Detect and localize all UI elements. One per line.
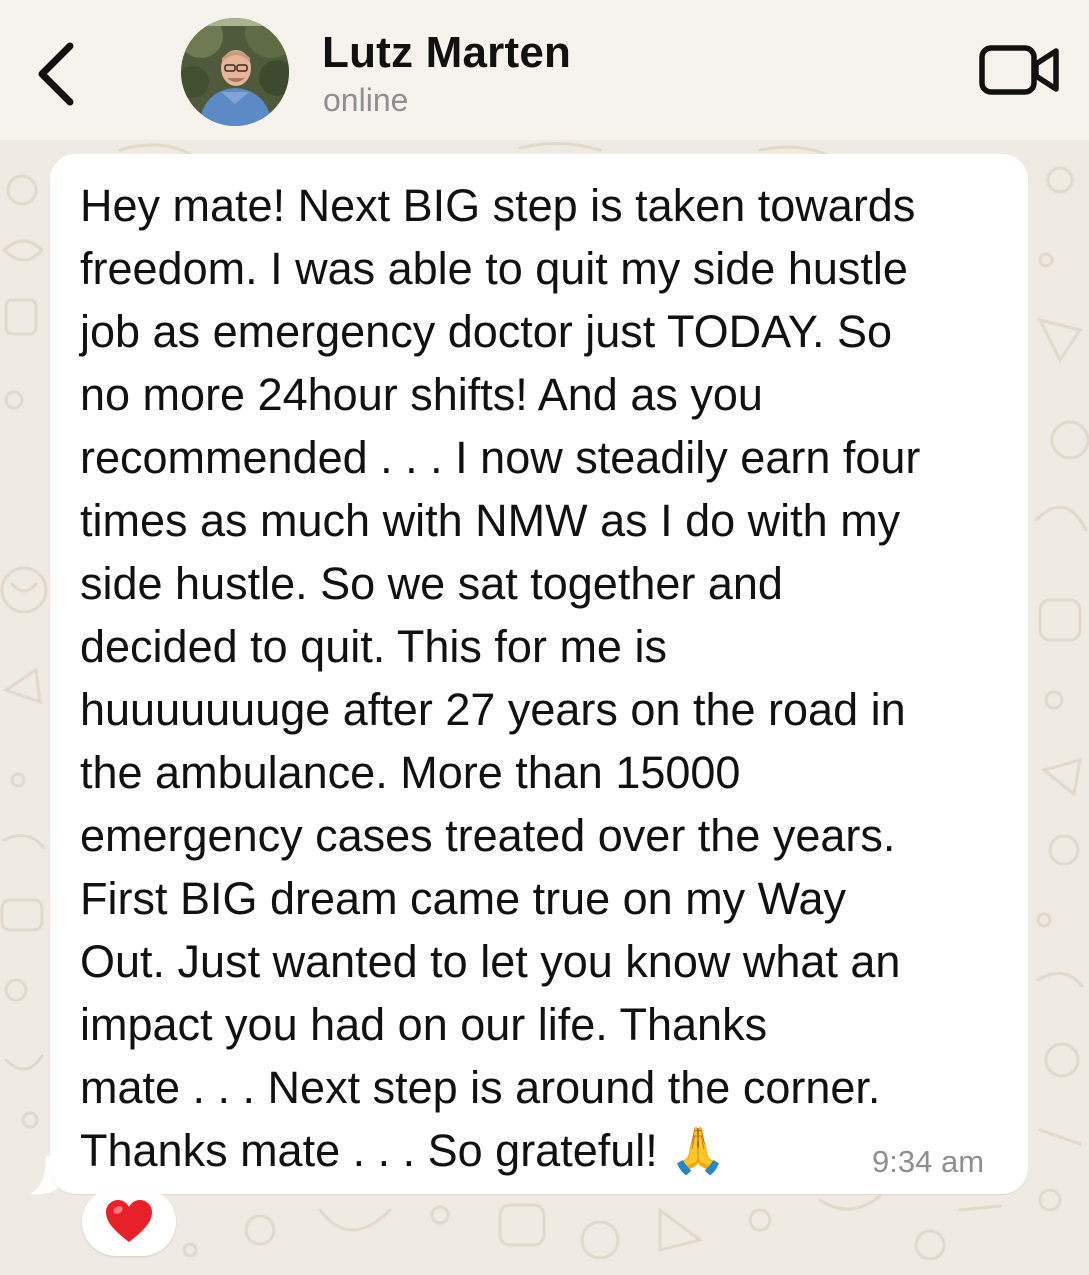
chat-header: Lutz Marten online <box>0 0 1089 140</box>
message-timestamp: 9:34 am <box>872 1144 985 1179</box>
video-camera-icon[interactable] <box>978 40 1062 100</box>
folded-hands-emoji: 🙏 <box>670 1125 727 1176</box>
message-text: Hey mate! Next BIG step is taken towards… <box>80 174 1010 1182</box>
message-body: Hey mate! Next BIG step is taken towards… <box>80 180 921 1176</box>
avatar[interactable] <box>181 18 289 126</box>
contact-status: online <box>323 82 409 118</box>
contact-name[interactable]: Lutz Marten <box>322 28 571 78</box>
chevron-left-icon[interactable] <box>30 38 86 110</box>
red-heart-icon <box>106 1200 152 1242</box>
reaction-badge[interactable] <box>82 1188 176 1256</box>
